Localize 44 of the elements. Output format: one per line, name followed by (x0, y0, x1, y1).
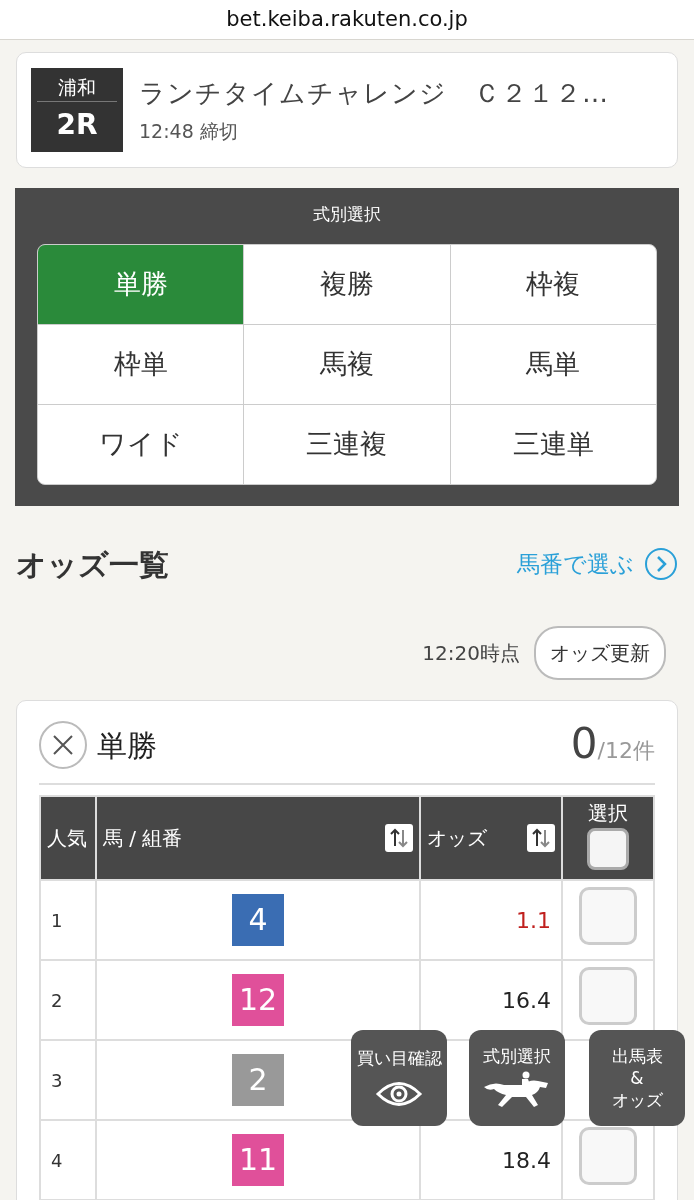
bet-type-tab[interactable]: 馬単 (450, 324, 656, 404)
rank-cell: 1 (40, 880, 96, 960)
column-header: オッズ (427, 825, 487, 852)
section-heading: オッズ一覧 (16, 545, 169, 584)
refresh-odds-button[interactable]: オッズ更新 (534, 626, 666, 680)
sort-icon[interactable] (527, 824, 555, 852)
column-header: 人気 (40, 796, 96, 880)
horse-number: 11 (232, 1134, 284, 1186)
column-header: 馬 / 組番 (103, 825, 183, 852)
bet-type-title: 単勝 (97, 726, 157, 765)
bet-type-tab[interactable]: 馬複 (244, 324, 450, 404)
row-checkbox[interactable] (579, 1126, 637, 1185)
close-button[interactable] (39, 721, 87, 769)
bet-type-tab[interactable]: 枠単 (38, 324, 244, 404)
rank-cell: 3 (40, 1040, 96, 1120)
bet-type-tab[interactable]: 単勝 (38, 244, 244, 324)
deadline-text: 12:48 締切 (139, 119, 239, 145)
odds-cell: 1.1 (420, 880, 562, 960)
row-checkbox[interactable] (579, 886, 637, 945)
floating-button[interactable]: 出馬表 & オッズ (589, 1030, 685, 1126)
column-header: 選択 (587, 800, 629, 827)
bet-type-tab[interactable]: 枠複 (450, 244, 656, 324)
bet-type-tab[interactable]: ワイド (38, 404, 244, 484)
floating-button[interactable]: 買い目確認 (351, 1030, 447, 1126)
bet-type-tab[interactable]: 三連複 (244, 404, 450, 484)
race-badge: 浦和 2R (31, 68, 123, 152)
rank-cell: 4 (40, 1120, 96, 1200)
selection-count: 0/12件 (570, 723, 655, 767)
horse-number: 4 (232, 894, 284, 946)
row-checkbox[interactable] (579, 966, 637, 1025)
url-text: bet.keiba.rakuten.co.jp (0, 0, 694, 40)
bet-type-tab[interactable]: 複勝 (244, 244, 450, 324)
rank-cell: 2 (40, 960, 96, 1040)
race-title: ランチタイムチャレンジ Ｃ２１２… (139, 77, 609, 111)
chevron-right-icon (644, 547, 678, 581)
bet-type-tab[interactable]: 三連単 (450, 404, 656, 484)
select-all-checkbox[interactable] (587, 828, 629, 870)
close-icon (51, 733, 75, 757)
timestamp-text: 12:20時点 (422, 640, 520, 667)
horse-number: 2 (232, 1054, 284, 1106)
floating-button[interactable]: 式別選択 (469, 1030, 565, 1126)
panel-title: 式別選択 (312, 203, 382, 226)
sort-icon[interactable] (385, 824, 413, 852)
horse-number: 12 (232, 974, 284, 1026)
